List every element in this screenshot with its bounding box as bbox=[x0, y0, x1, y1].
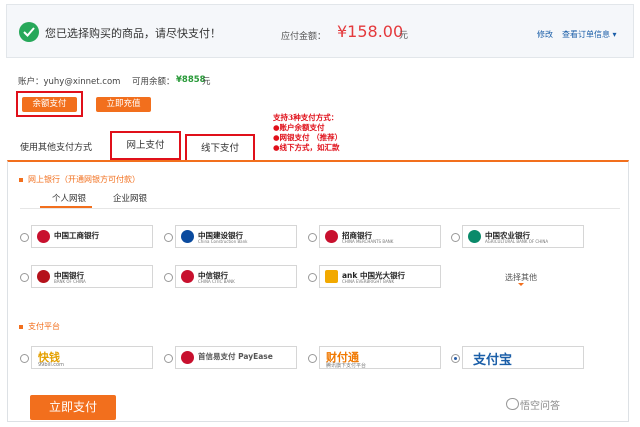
chevron-down-icon[interactable] bbox=[518, 283, 524, 286]
bank-radio[interactable] bbox=[164, 273, 173, 282]
online-bank-title: 网上银行（开通网银方可付款） bbox=[28, 175, 140, 184]
chat-bubble-icon bbox=[506, 398, 519, 410]
bank-radio[interactable] bbox=[20, 273, 29, 282]
icbc-logo-icon bbox=[37, 230, 50, 243]
order-info-link[interactable]: 查看订单信息 ▾ bbox=[562, 29, 617, 40]
payment-header: 您已选择购买的商品，请尽快支付！ 应付金额： ¥158.00 元 修改 查看订单… bbox=[6, 4, 634, 58]
tab-offline-pay[interactable]: 线下支付 bbox=[185, 134, 255, 163]
platform-option-tenpay[interactable]: 财付通 腾讯旗下支付平台 bbox=[319, 346, 441, 369]
pay-now-button[interactable]: 立即支付 bbox=[30, 395, 116, 420]
bank-option-icbc[interactable]: 中国工商银行 bbox=[31, 225, 153, 248]
bank-subname: CHINA CITIC BANK bbox=[198, 279, 235, 284]
due-amount: ¥158.00 bbox=[337, 22, 404, 41]
platform-subname: 腾讯旗下支付平台 bbox=[326, 363, 367, 369]
abc-logo-icon bbox=[468, 230, 481, 243]
platform-option-alipay[interactable]: 支付宝 bbox=[462, 346, 584, 369]
bank-subname: China Construction Bank bbox=[198, 239, 248, 244]
platform-subname: 99bill.com bbox=[38, 362, 64, 368]
annotation-line: ●网银支付 （推荐） bbox=[273, 133, 343, 142]
cmb-logo-icon bbox=[325, 230, 338, 243]
platform-option-99bill[interactable]: 快钱 99bill.com bbox=[31, 346, 153, 369]
due-label: 应付金额： bbox=[281, 32, 327, 42]
platform-name: 首信易支付 PayEase bbox=[198, 352, 273, 361]
check-icon bbox=[19, 22, 39, 42]
balance-unit: 元 bbox=[202, 77, 211, 87]
bank-option-abc[interactable]: 中国农业银行 AGRICULTURAL BANK OF CHINA bbox=[462, 225, 584, 248]
bank-option-ccb[interactable]: 中国建设银行 China Construction Bank bbox=[175, 225, 297, 248]
platform-option-payease[interactable]: 首信易支付 PayEase bbox=[175, 346, 297, 369]
bank-radio[interactable] bbox=[451, 233, 460, 242]
platform-name: 支付宝 bbox=[473, 353, 513, 368]
balance-label: 可用余额： bbox=[132, 77, 175, 87]
platform-radio-selected[interactable] bbox=[451, 354, 460, 363]
account-text: 账户：yuhy@xinnet.com bbox=[18, 77, 121, 87]
other-methods-label: 使用其他支付方式 bbox=[20, 143, 93, 153]
citic-logo-icon bbox=[181, 270, 194, 283]
payease-logo-icon bbox=[181, 351, 194, 364]
amount-unit: 元 bbox=[399, 31, 409, 41]
platform-title: 支付平台 bbox=[28, 322, 60, 331]
bank-subname: CHINA MERCHANTS BANK bbox=[342, 239, 394, 244]
bank-option-boc[interactable]: 中国银行 BANK OF CHINA bbox=[31, 265, 153, 288]
section-bullet bbox=[19, 325, 23, 329]
boc-logo-icon bbox=[37, 270, 50, 283]
recharge-button[interactable]: 立即充值 bbox=[96, 97, 151, 112]
bank-radio[interactable] bbox=[308, 273, 317, 282]
bank-radio[interactable] bbox=[20, 233, 29, 242]
bank-subname: AGRICULTURAL BANK OF CHINA bbox=[485, 239, 549, 244]
header-message: 您已选择购买的商品，请尽快支付！ bbox=[45, 27, 221, 40]
bank-option-ceb[interactable]: ank 中国光大银行 CHINA EVERBRIGHT BANK bbox=[319, 265, 441, 288]
annotation-line: 支持3种支付方式： bbox=[273, 113, 339, 122]
bank-radio[interactable] bbox=[308, 233, 317, 242]
platform-radio[interactable] bbox=[308, 354, 317, 363]
bank-radio[interactable] bbox=[164, 233, 173, 242]
annotation-line: ●账户余额支付 bbox=[273, 123, 325, 132]
payment-panel bbox=[7, 160, 629, 422]
bank-option-citic[interactable]: 中信银行 CHINA CITIC BANK bbox=[175, 265, 297, 288]
section-bullet bbox=[19, 178, 23, 182]
tab-divider bbox=[20, 208, 620, 209]
annotation-note: 支持3种支付方式： ●账户余额支付 ●网银支付 （推荐） ●线下方式，如汇款 bbox=[273, 113, 342, 153]
platform-radio[interactable] bbox=[164, 354, 173, 363]
ceb-logo-icon bbox=[325, 270, 338, 283]
bank-subname: CHINA EVERBRIGHT BANK bbox=[342, 279, 395, 284]
bank-name: 中国工商银行 bbox=[54, 231, 99, 240]
tab-personal-bank[interactable]: 个人网银 bbox=[52, 192, 86, 204]
bank-subname: BANK OF CHINA bbox=[54, 279, 86, 284]
ccb-logo-icon bbox=[181, 230, 194, 243]
modify-link[interactable]: 修改 bbox=[537, 29, 553, 40]
more-banks-link[interactable]: 选择其他 bbox=[505, 272, 537, 283]
platform-radio[interactable] bbox=[20, 354, 29, 363]
balance-pay-button[interactable]: 余额支付 bbox=[22, 97, 77, 112]
tab-corporate-bank[interactable]: 企业网银 bbox=[113, 192, 147, 204]
tab-online-pay[interactable]: 网上支付 bbox=[110, 131, 181, 160]
annotation-line: ●线下方式，如汇款 bbox=[273, 143, 340, 152]
watermark: 悟空问答 bbox=[520, 401, 560, 412]
bank-option-cmb[interactable]: 招商银行 CHINA MERCHANTS BANK bbox=[319, 225, 441, 248]
